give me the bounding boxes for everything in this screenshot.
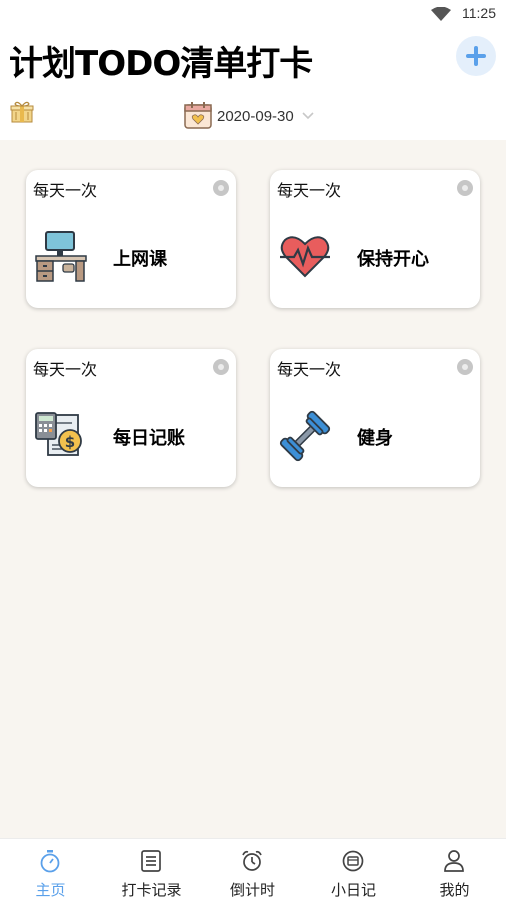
check-circle-icon[interactable]	[457, 359, 473, 375]
task-card[interactable]: 每天一次 保持开心	[270, 170, 480, 308]
bottom-nav: 主页 打卡记录 倒计时 小日记 我的	[0, 838, 506, 901]
task-name: 上网课	[113, 249, 167, 270]
dumbbell-icon	[279, 410, 331, 462]
heartbeat-icon	[280, 236, 330, 278]
nav-item-checkin-records[interactable]: 打卡记录	[101, 839, 202, 901]
check-circle-icon[interactable]	[213, 180, 229, 196]
diary-icon	[342, 850, 364, 872]
gift-icon[interactable]	[10, 100, 34, 124]
svg-text:$: $	[65, 433, 75, 451]
task-name: 每日记账	[113, 428, 185, 449]
wifi-icon	[431, 7, 451, 21]
nav-label: 打卡记录	[121, 881, 182, 899]
plus-icon	[466, 46, 486, 66]
task-card[interactable]: 每天一次 上网课	[26, 170, 236, 308]
task-frequency: 每天一次	[33, 360, 98, 379]
status-time: 11:25	[462, 5, 496, 21]
task-frequency: 每天一次	[277, 181, 342, 200]
computer-desk-icon	[35, 231, 87, 282]
date-text: 2020-09-30	[217, 107, 294, 125]
task-name: 保持开心	[357, 249, 429, 270]
task-frequency: 每天一次	[277, 360, 342, 379]
status-bar: 11:25	[0, 0, 506, 28]
nav-item-diary[interactable]: 小日记	[303, 839, 404, 901]
task-card[interactable]: 每天一次 健身	[270, 349, 480, 487]
list-icon	[141, 850, 161, 872]
nav-item-me[interactable]: 我的	[404, 839, 505, 901]
task-card[interactable]: 每天一次 $ 每日记账	[26, 349, 236, 487]
chevron-down-icon	[302, 112, 314, 120]
task-grid: 每天一次 上网课 每天一次 保持开心 每天一次 $ 每日记账 每天一次 健身	[0, 140, 506, 838]
nav-item-home[interactable]: 主页	[0, 839, 101, 901]
task-name: 健身	[357, 428, 393, 449]
nav-label: 我的	[439, 881, 470, 899]
check-circle-icon[interactable]	[213, 359, 229, 375]
stopwatch-icon	[40, 850, 60, 873]
nav-item-countdown[interactable]: 倒计时	[202, 839, 303, 901]
user-icon	[444, 850, 464, 872]
nav-label: 小日记	[330, 881, 376, 899]
nav-label: 倒计时	[229, 881, 275, 899]
check-circle-icon[interactable]	[457, 180, 473, 196]
page-title: 计划TODO清单打卡	[9, 44, 313, 84]
date-selector[interactable]: 2020-09-30	[183, 100, 314, 130]
add-task-button[interactable]	[456, 36, 496, 76]
nav-label: 主页	[35, 881, 66, 899]
calendar-icon	[184, 102, 212, 129]
alarm-clock-icon	[242, 850, 262, 871]
calculator-money-icon: $	[35, 412, 82, 456]
task-frequency: 每天一次	[33, 181, 98, 200]
